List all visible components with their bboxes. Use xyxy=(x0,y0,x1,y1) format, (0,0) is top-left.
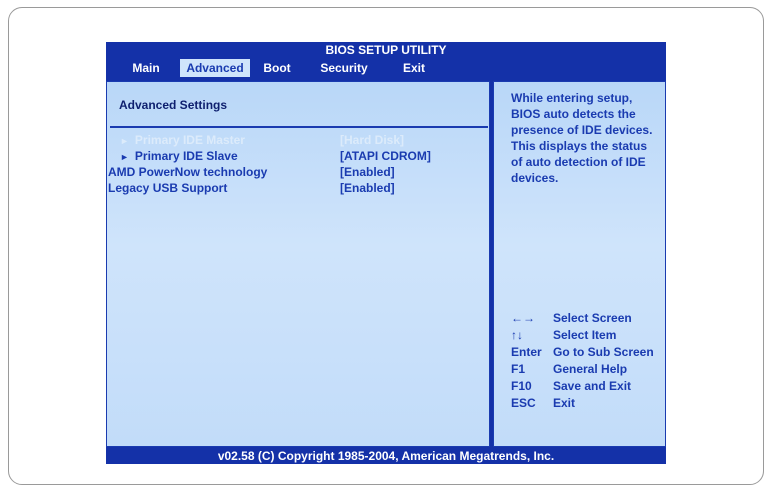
key-description: Go to Sub Screen xyxy=(553,345,654,359)
menu-item-boot[interactable]: Boot xyxy=(259,59,295,77)
setting-value: [Enabled] xyxy=(340,165,395,179)
key-legend-row: ←→ Select Screen xyxy=(511,310,671,327)
key-label: Enter xyxy=(511,345,542,359)
submenu-arrow-icon: ► xyxy=(120,136,129,146)
setting-value: [ATAPI CDROM] xyxy=(340,149,431,163)
key-legend-row: ↑↓ Select Item xyxy=(511,327,671,344)
key-description: Select Screen xyxy=(553,311,632,325)
bios-title: BIOS SETUP UTILITY xyxy=(325,43,447,57)
key-legend-row: F1 General Help xyxy=(511,361,671,378)
setting-label: Primary IDE Master xyxy=(134,133,245,147)
key-label: ↑↓ xyxy=(511,328,523,342)
menu-item-main[interactable]: Main xyxy=(124,59,168,77)
menu-item-security[interactable]: Security xyxy=(312,59,376,77)
copyright-footer: v02.58 (C) Copyright 1985-2004, American… xyxy=(217,449,555,463)
setting-row-amd-powernow[interactable]: AMD PowerNow technology [Enabled] xyxy=(108,164,478,180)
key-label: ESC xyxy=(511,396,536,410)
key-description: Exit xyxy=(553,396,576,410)
key-legend-row: Enter Go to Sub Screen xyxy=(511,344,671,361)
setting-row-primary-ide-slave[interactable]: ► Primary IDE Slave [ATAPI CDROM] xyxy=(120,148,490,164)
setting-value: [Hard Disk] xyxy=(340,133,405,147)
menu-bar: Main Advanced Boot Security Exit xyxy=(106,59,666,77)
setting-row-legacy-usb[interactable]: Legacy USB Support [Enabled] xyxy=(108,180,478,196)
setting-value: [Enabled] xyxy=(340,181,395,195)
key-label: F10 xyxy=(511,379,532,393)
section-title: Advanced Settings xyxy=(119,98,228,112)
key-legend-row: ESC Exit xyxy=(511,395,671,412)
setting-label: Primary IDE Slave xyxy=(134,149,238,163)
menu-item-exit[interactable]: Exit xyxy=(396,59,432,77)
key-description: Save and Exit xyxy=(553,379,632,393)
menu-item-advanced[interactable]: Advanced xyxy=(180,59,250,77)
submenu-arrow-icon: ► xyxy=(120,152,129,162)
key-label: ←→ xyxy=(511,311,535,325)
setting-row-primary-ide-master[interactable]: ► Primary IDE Master [Hard Disk] xyxy=(120,132,490,148)
key-label: F1 xyxy=(511,362,526,376)
setting-label: Legacy USB Support xyxy=(108,181,228,195)
key-legend-row: F10 Save and Exit xyxy=(511,378,671,395)
key-description: Select Item xyxy=(553,328,617,342)
key-description: General Help xyxy=(553,362,628,376)
section-divider xyxy=(110,126,488,128)
key-legend: ←→ Select Screen ↑↓ Select Item Enter Go to… xyxy=(511,310,671,412)
setting-label: AMD PowerNow technology xyxy=(108,165,268,179)
help-description: While entering setup, BIOS auto detects … xyxy=(511,91,653,185)
